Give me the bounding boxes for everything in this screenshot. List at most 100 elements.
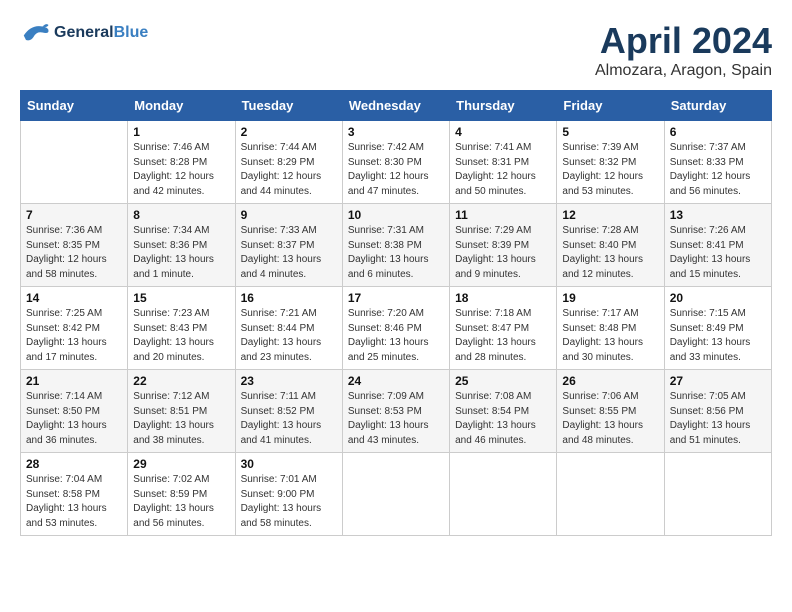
calendar-cell: 17Sunrise: 7:20 AM Sunset: 8:46 PM Dayli… — [342, 287, 449, 370]
day-number: 12 — [562, 208, 658, 222]
weekday-header-sunday: Sunday — [21, 91, 128, 121]
day-number: 14 — [26, 291, 122, 305]
calendar-cell: 19 Sunrise: 7:17 AM Sunset: 8:48 PM Dayli… — [557, 287, 664, 370]
day-info: Sunrise: 7:37 AM Sunset: 8:33 PM Dayligh… — [670, 141, 766, 199]
calendar-cell — [21, 121, 128, 204]
calendar-cell: 25Sunrise: 7:08 AM Sunset: 8:54 PM Dayli… — [450, 370, 557, 453]
day-number: 7 — [26, 208, 122, 222]
weekday-header-thursday: Thursday — [450, 91, 557, 121]
calendar-cell: 2 Sunrise: 7:44 AM Sunset: 8:29 PM Daylig… — [235, 121, 342, 204]
day-number: 18 — [455, 291, 551, 305]
location: Almozara, Aragon, Spain — [595, 62, 772, 80]
day-number: 26 — [562, 374, 658, 388]
day-number: 15 — [133, 291, 229, 305]
day-info: Sunrise: 7:21 AM Sunset: 8:44 PM Dayligh… — [241, 307, 337, 365]
day-info: Sunrise: 7:41 AM Sunset: 8:31 PM Dayligh… — [455, 141, 551, 199]
day-number: 13 — [670, 208, 766, 222]
logo: GeneralBlue — [20, 20, 148, 45]
calendar-cell: 21 Sunrise: 7:14 AM Sunset: 8:50 PM Dayli… — [21, 370, 128, 453]
day-info: Sunrise: 7:28 AM Sunset: 8:40 PM Dayligh… — [562, 224, 658, 282]
day-info: Sunrise: 7:29 AM Sunset: 8:39 PM Dayligh… — [455, 224, 551, 282]
calendar-cell: 9 Sunrise: 7:33 AM Sunset: 8:37 PM Daylig… — [235, 204, 342, 287]
calendar-cell: 15Sunrise: 7:23 AM Sunset: 8:43 PM Dayli… — [128, 287, 235, 370]
logo-bird-icon — [20, 20, 50, 45]
day-info: Sunrise: 7:46 AM Sunset: 8:28 PM Dayligh… — [133, 141, 229, 199]
day-info: Sunrise: 7:05 AM Sunset: 8:56 PM Dayligh… — [670, 390, 766, 448]
calendar-table: SundayMondayTuesdayWednesdayThursdayFrid… — [20, 90, 772, 536]
calendar-cell: 29 Sunrise: 7:02 AM Sunset: 8:59 PM Dayli… — [128, 453, 235, 536]
day-number: 29 — [133, 457, 229, 471]
day-number: 2 — [241, 125, 337, 139]
day-info: Sunrise: 7:14 AM Sunset: 8:50 PM Dayligh… — [26, 390, 122, 448]
day-number: 16 — [241, 291, 337, 305]
calendar-cell: 14 Sunrise: 7:25 AM Sunset: 8:42 PM Dayli… — [21, 287, 128, 370]
day-number: 3 — [348, 125, 444, 139]
day-number: 27 — [670, 374, 766, 388]
day-number: 19 — [562, 291, 658, 305]
month-title: April 2024 — [595, 20, 772, 62]
day-info: Sunrise: 7:04 AM Sunset: 8:58 PM Dayligh… — [26, 473, 122, 531]
weekday-header-row: SundayMondayTuesdayWednesdayThursdayFrid… — [21, 91, 772, 121]
day-number: 22 — [133, 374, 229, 388]
day-info: Sunrise: 7:11 AM Sunset: 8:52 PM Dayligh… — [241, 390, 337, 448]
calendar-cell: 1 Sunrise: 7:46 AM Sunset: 8:28 PM Daylig… — [128, 121, 235, 204]
calendar-week-row: 21 Sunrise: 7:14 AM Sunset: 8:50 PM Dayli… — [21, 370, 772, 453]
day-info: Sunrise: 7:01 AM Sunset: 9:00 PM Dayligh… — [241, 473, 337, 531]
day-info: Sunrise: 7:20 AM Sunset: 8:46 PM Dayligh… — [348, 307, 444, 365]
day-info: Sunrise: 7:09 AM Sunset: 8:53 PM Dayligh… — [348, 390, 444, 448]
day-info: Sunrise: 7:39 AM Sunset: 8:32 PM Dayligh… — [562, 141, 658, 199]
page-header: GeneralBlue April 2024 Almozara, Aragon,… — [20, 20, 772, 80]
calendar-cell — [557, 453, 664, 536]
day-number: 21 — [26, 374, 122, 388]
day-number: 11 — [455, 208, 551, 222]
calendar-cell: 28 Sunrise: 7:04 AM Sunset: 8:58 PM Dayli… — [21, 453, 128, 536]
calendar-cell: 5Sunrise: 7:39 AM Sunset: 8:32 PM Daylig… — [557, 121, 664, 204]
day-info: Sunrise: 7:33 AM Sunset: 8:37 PM Dayligh… — [241, 224, 337, 282]
day-info: Sunrise: 7:42 AM Sunset: 8:30 PM Dayligh… — [348, 141, 444, 199]
calendar-cell: 24 Sunrise: 7:09 AM Sunset: 8:53 PM Dayli… — [342, 370, 449, 453]
calendar-week-row: 28 Sunrise: 7:04 AM Sunset: 8:58 PM Dayli… — [21, 453, 772, 536]
calendar-cell: 10 Sunrise: 7:31 AM Sunset: 8:38 PM Dayli… — [342, 204, 449, 287]
calendar-cell: 8 Sunrise: 7:34 AM Sunset: 8:36 PM Daylig… — [128, 204, 235, 287]
day-info: Sunrise: 7:02 AM Sunset: 8:59 PM Dayligh… — [133, 473, 229, 531]
calendar-cell: 11 Sunrise: 7:29 AM Sunset: 8:39 PM Dayli… — [450, 204, 557, 287]
weekday-header-wednesday: Wednesday — [342, 91, 449, 121]
calendar-cell: 16 Sunrise: 7:21 AM Sunset: 8:44 PM Dayli… — [235, 287, 342, 370]
day-info: Sunrise: 7:17 AM Sunset: 8:48 PM Dayligh… — [562, 307, 658, 365]
day-number: 9 — [241, 208, 337, 222]
day-info: Sunrise: 7:44 AM Sunset: 8:29 PM Dayligh… — [241, 141, 337, 199]
day-number: 1 — [133, 125, 229, 139]
day-number: 8 — [133, 208, 229, 222]
day-info: Sunrise: 7:36 AM Sunset: 8:35 PM Dayligh… — [26, 224, 122, 282]
calendar-cell: 7 Sunrise: 7:36 AM Sunset: 8:35 PM Daylig… — [21, 204, 128, 287]
calendar-week-row: 1 Sunrise: 7:46 AM Sunset: 8:28 PM Daylig… — [21, 121, 772, 204]
day-number: 10 — [348, 208, 444, 222]
calendar-cell: 27 Sunrise: 7:05 AM Sunset: 8:56 PM Dayli… — [664, 370, 771, 453]
calendar-cell: 4Sunrise: 7:41 AM Sunset: 8:31 PM Daylig… — [450, 121, 557, 204]
calendar-week-row: 14 Sunrise: 7:25 AM Sunset: 8:42 PM Dayli… — [21, 287, 772, 370]
day-number: 6 — [670, 125, 766, 139]
day-number: 20 — [670, 291, 766, 305]
calendar-cell — [450, 453, 557, 536]
calendar-cell: 20 Sunrise: 7:15 AM Sunset: 8:49 PM Dayli… — [664, 287, 771, 370]
weekday-header-saturday: Saturday — [664, 91, 771, 121]
day-info: Sunrise: 7:12 AM Sunset: 8:51 PM Dayligh… — [133, 390, 229, 448]
calendar-cell — [664, 453, 771, 536]
day-number: 28 — [26, 457, 122, 471]
calendar-cell: 23Sunrise: 7:11 AM Sunset: 8:52 PM Dayli… — [235, 370, 342, 453]
day-number: 30 — [241, 457, 337, 471]
day-number: 24 — [348, 374, 444, 388]
day-info: Sunrise: 7:15 AM Sunset: 8:49 PM Dayligh… — [670, 307, 766, 365]
weekday-header-tuesday: Tuesday — [235, 91, 342, 121]
calendar-cell: 6 Sunrise: 7:37 AM Sunset: 8:33 PM Daylig… — [664, 121, 771, 204]
day-info: Sunrise: 7:06 AM Sunset: 8:55 PM Dayligh… — [562, 390, 658, 448]
day-info: Sunrise: 7:31 AM Sunset: 8:38 PM Dayligh… — [348, 224, 444, 282]
calendar-cell: 13 Sunrise: 7:26 AM Sunset: 8:41 PM Dayli… — [664, 204, 771, 287]
day-info: Sunrise: 7:34 AM Sunset: 8:36 PM Dayligh… — [133, 224, 229, 282]
day-info: Sunrise: 7:26 AM Sunset: 8:41 PM Dayligh… — [670, 224, 766, 282]
calendar-cell: 30 Sunrise: 7:01 AM Sunset: 9:00 PM Dayli… — [235, 453, 342, 536]
weekday-header-monday: Monday — [128, 91, 235, 121]
day-info: Sunrise: 7:25 AM Sunset: 8:42 PM Dayligh… — [26, 307, 122, 365]
calendar-cell: 3 Sunrise: 7:42 AM Sunset: 8:30 PM Daylig… — [342, 121, 449, 204]
calendar-cell: 26 Sunrise: 7:06 AM Sunset: 8:55 PM Dayli… — [557, 370, 664, 453]
